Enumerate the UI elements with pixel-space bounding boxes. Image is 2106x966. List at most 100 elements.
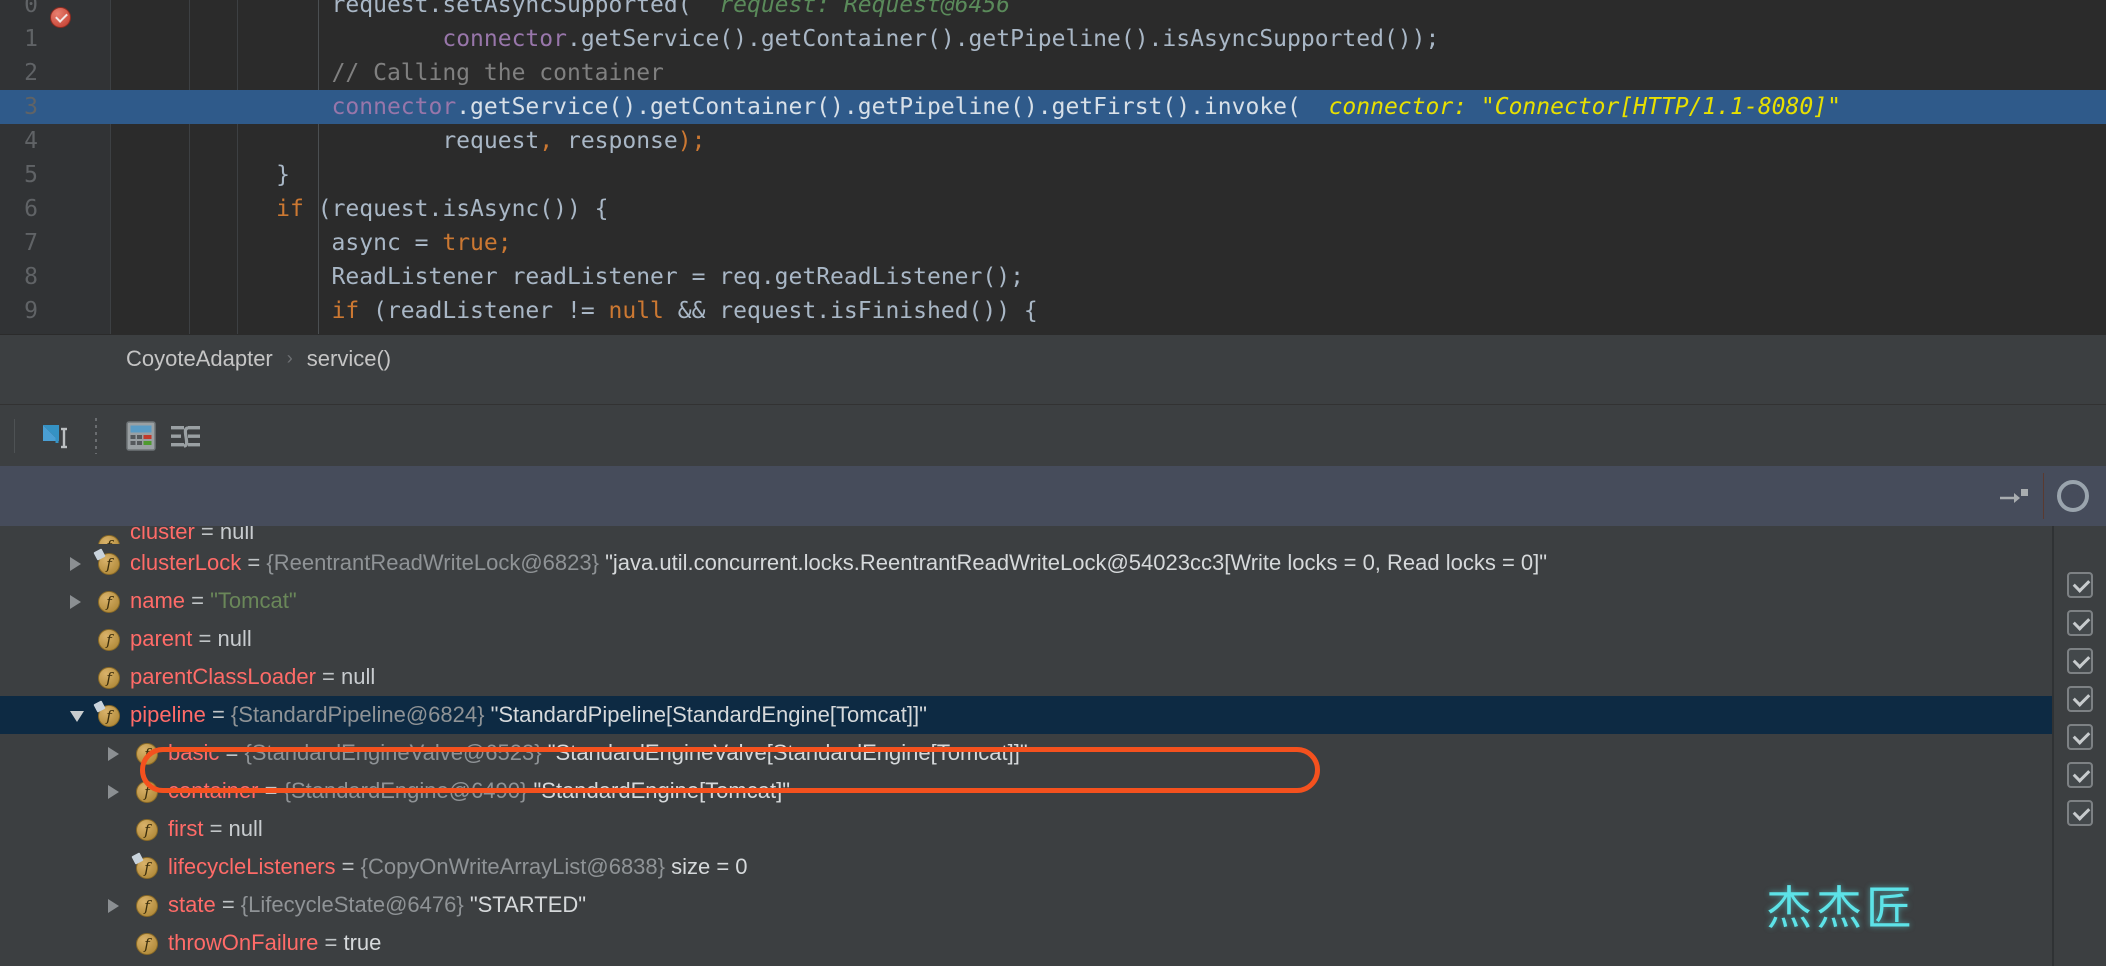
checkbox-row[interactable]	[2054, 642, 2106, 680]
variable-value: "StandardEngine[Tomcat]"	[533, 778, 791, 803]
field-icon: f	[136, 857, 158, 879]
variable-row[interactable]: f container = {StandardEngine@6490} "Stan…	[0, 772, 2054, 810]
code-line[interactable]: 4 request, response);	[0, 124, 2106, 158]
variable-equals: =	[219, 740, 245, 765]
code-line[interactable]: 6 if (request.isAsync()) {	[0, 192, 2106, 226]
variable-equals: =	[258, 778, 284, 803]
variable-equals: =	[241, 550, 267, 575]
field-icon: f	[98, 629, 120, 651]
expand-arrow-icon[interactable]	[108, 785, 119, 799]
variable-label: name = "Tomcat"	[130, 582, 297, 620]
code-line-text: if (request.isAsync()) {	[276, 196, 609, 222]
line-number: 0	[24, 0, 38, 18]
jump-to-source-icon[interactable]	[29, 414, 73, 458]
variable-row[interactable]: f throwOnFailure = true	[0, 924, 2054, 962]
breadcrumb-separator: ›	[286, 348, 293, 368]
line-number: 9	[24, 298, 38, 324]
code-line[interactable]: 7 async = true;	[0, 226, 2106, 260]
code-line[interactable]: 8 ReadListener readListener = req.getRea…	[0, 260, 2106, 294]
sort-values-icon[interactable]	[163, 414, 207, 458]
evaluate-expression-icon[interactable]	[119, 414, 163, 458]
variable-equals: =	[192, 626, 218, 651]
code-line[interactable]: 3 connector.getService().getContainer().…	[0, 90, 2106, 124]
field-icon: f	[98, 553, 120, 575]
breadcrumb-item-method[interactable]: service()	[307, 346, 391, 372]
variable-label: clusterLock = {ReentrantReadWriteLock@68…	[130, 544, 1547, 582]
settings-gear-icon[interactable]	[2052, 473, 2098, 519]
expand-arrow-icon[interactable]	[108, 747, 119, 761]
variable-name: throwOnFailure	[168, 930, 319, 955]
variable-type: {StandardEngine@6490}	[283, 778, 534, 803]
toolbar-drag-handle[interactable]	[95, 417, 97, 454]
variable-name: lifecycleListeners	[168, 854, 336, 879]
field-icon: f	[136, 743, 158, 765]
expand-arrow-icon[interactable]	[70, 595, 81, 609]
variable-type: {StandardEngineValve@6523}	[244, 740, 548, 765]
variable-row[interactable]: f first = null	[0, 810, 2054, 848]
code-line[interactable]: 0 request.setAsyncSupported( request: Re…	[0, 0, 2106, 22]
checkbox[interactable]	[2067, 724, 2093, 750]
variable-equals: =	[315, 664, 341, 689]
variable-row[interactable]: f cluster = null	[0, 526, 2054, 544]
variable-type: {CopyOnWriteArrayList@6838}	[360, 854, 672, 879]
variable-row[interactable]: f name = "Tomcat"	[0, 582, 2054, 620]
checkbox[interactable]	[2067, 686, 2093, 712]
code-line[interactable]: 2 // Calling the container	[0, 56, 2106, 90]
checkbox[interactable]	[2067, 610, 2093, 636]
variable-value: "StandardEngineValve[StandardEngine[Tomc…	[547, 740, 1028, 765]
code-line-text: request.setAsyncSupported( request: Requ…	[110, 0, 1011, 18]
checkbox[interactable]	[2067, 572, 2093, 598]
variable-row[interactable]: f pipeline = {StandardPipeline@6824} "Sta…	[0, 696, 2054, 734]
variable-value: size = 0	[671, 854, 748, 879]
variable-label: state = {LifecycleState@6476} "STARTED"	[168, 886, 586, 924]
code-line[interactable]: 1 connector.getService().getContainer().…	[0, 22, 2106, 56]
variable-row[interactable]: f parent = null	[0, 620, 2054, 658]
variable-name: container	[168, 778, 259, 803]
variables-panel-header[interactable]	[0, 466, 2106, 526]
expand-arrow-icon[interactable]	[108, 899, 119, 913]
line-number: 7	[24, 230, 38, 256]
checkbox[interactable]	[2067, 800, 2093, 826]
breadcrumb[interactable]: CoyoteAdapter › service()	[0, 334, 2106, 382]
variable-value: null	[228, 816, 263, 841]
checkbox-row[interactable]	[2054, 680, 2106, 718]
variable-equals: =	[203, 816, 229, 841]
breadcrumb-item-class[interactable]: CoyoteAdapter	[126, 346, 273, 372]
field-icon: f	[136, 933, 158, 955]
code-line-text: connector.getService().getContainer().ge…	[331, 94, 1841, 120]
checkbox[interactable]	[2067, 762, 2093, 788]
line-number: 5	[24, 162, 38, 188]
collapse-arrow-icon[interactable]	[70, 711, 84, 722]
variable-value: null	[219, 526, 255, 544]
code-line[interactable]: 5 }	[0, 158, 2106, 192]
line-number: 1	[24, 26, 38, 52]
variable-type: {ReentrantReadWriteLock@6823}	[266, 550, 606, 575]
checkbox-row[interactable]	[2054, 756, 2106, 794]
code-line-text: connector.getService().getContainer().ge…	[442, 26, 1440, 52]
export-to-console-icon[interactable]	[1989, 473, 2035, 519]
line-number: 4	[24, 128, 38, 154]
variable-label: pipeline = {StandardPipeline@6824} "Stan…	[130, 696, 927, 734]
checkbox-column[interactable]	[2054, 566, 2106, 966]
code-line[interactable]: 9 if (readListener != null && request.is…	[0, 294, 2106, 328]
variable-label: first = null	[168, 810, 263, 848]
variable-row[interactable]: f basic = {StandardEngineValve@6523} "Sta…	[0, 734, 2054, 772]
checkbox-row[interactable]	[2054, 566, 2106, 604]
checkbox[interactable]	[2067, 648, 2093, 674]
variable-equals: =	[205, 702, 231, 727]
variable-row[interactable]: f state = {LifecycleState@6476} "STARTED"	[0, 886, 2054, 924]
debugger-toolbar[interactable]	[0, 404, 2106, 466]
variable-value: "STARTED"	[469, 892, 587, 917]
checkbox-row[interactable]	[2054, 718, 2106, 756]
checkbox-row[interactable]	[2054, 604, 2106, 642]
field-icon: f	[136, 819, 158, 841]
expand-arrow-icon[interactable]	[70, 557, 81, 571]
variable-type: {StandardPipeline@6824}	[230, 702, 491, 727]
code-editor[interactable]: 0 request.setAsyncSupported( request: Re…	[0, 0, 2106, 334]
code-line-text: }	[110, 162, 291, 188]
variable-row[interactable]: f clusterLock = {ReentrantReadWriteLock@6…	[0, 544, 2054, 582]
variable-row[interactable]: f lifecycleListeners = {CopyOnWriteArrayL…	[0, 848, 2054, 886]
variable-row[interactable]: f parentClassLoader = null	[0, 658, 2054, 696]
checkbox-row[interactable]	[2054, 794, 2106, 832]
line-number: 8	[24, 264, 38, 290]
